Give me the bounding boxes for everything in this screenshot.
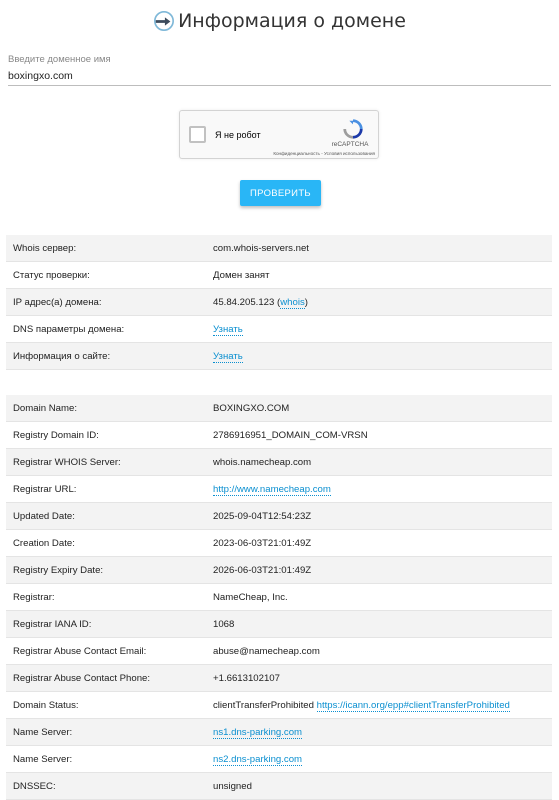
recaptcha-logo-icon — [343, 119, 363, 139]
domain-status-cell: clientTransferProhibited https://icann.o… — [206, 699, 552, 712]
abuse-email-value: abuse@namecheap.com — [213, 645, 320, 657]
domain-input[interactable] — [8, 67, 551, 86]
table-row: IP адрес(а) домена: 45.84.205.123 (whois… — [6, 289, 552, 316]
registrar-url-link[interactable]: http://www.namecheap.com — [213, 483, 331, 496]
creation-date-value: 2023-06-03T21:01:49Z — [213, 537, 312, 549]
name-server-1-link[interactable]: ns1.dns-parking.com — [213, 726, 303, 739]
name-server-2-label: Name Server: — [13, 753, 73, 765]
table-row: Registrar IANA ID: 1068 — [6, 611, 552, 638]
dns-params-link[interactable]: Узнать — [213, 323, 243, 336]
table-row: Domain Status: clientTransferProhibited … — [6, 692, 552, 719]
page-title: Информация о домене — [178, 10, 406, 32]
table-row: Registrar URL: http://www.namecheap.com — [6, 476, 552, 503]
abuse-phone-value: +1.6613102107 — [213, 672, 280, 684]
table-row: Информация о сайте: Узнать — [6, 343, 552, 370]
ip-address-value: 45.84.205.123 — [213, 296, 275, 308]
registry-id-value: 2786916951_DOMAIN_COM-VRSN — [213, 429, 368, 441]
ip-whois-link[interactable]: whois — [280, 296, 305, 309]
iana-id-label: Registrar IANA ID: — [13, 618, 92, 630]
table-row: Registry Domain ID: 2786916951_DOMAIN_CO… — [6, 422, 552, 449]
table-row: Registrar WHOIS Server: whois.namecheap.… — [6, 449, 552, 476]
recaptcha-brand: reCAPTCHA — [331, 141, 369, 148]
whois-server-value: com.whois-servers.net — [213, 242, 309, 254]
domain-name-label: Domain Name: — [13, 402, 77, 414]
expiry-date-label: Registry Expiry Date: — [13, 564, 104, 576]
registrar-whois-label: Registrar WHOIS Server: — [13, 456, 121, 468]
table-row: Name Server: ns1.dns-parking.com — [6, 719, 552, 746]
ip-address-label: IP адрес(а) домена: — [13, 296, 102, 308]
dns-params-label: DNS параметры домена: — [13, 323, 125, 335]
ip-address-cell: 45.84.205.123 (whois) — [213, 296, 308, 309]
recaptcha-checkbox[interactable] — [189, 126, 206, 143]
recaptcha-links[interactable]: Конфиденциальность - Условия использован… — [250, 151, 375, 156]
site-info-link[interactable]: Узнать — [213, 350, 243, 363]
recaptcha-label: Я не робот — [215, 130, 261, 140]
table-row: Registrar Abuse Contact Email: abuse@nam… — [6, 638, 552, 665]
registry-id-label: Registry Domain ID: — [13, 429, 99, 441]
table-row: Domain Name: BOXINGXO.COM — [6, 395, 552, 422]
recaptcha-widget: Я не робот reCAPTCHA Конфиденциальность … — [179, 110, 379, 159]
dnssec-label: DNSSEC: — [13, 780, 56, 792]
domain-name-value: BOXINGXO.COM — [213, 402, 290, 414]
table-row: Name Server: ns2.dns-parking.com — [6, 746, 552, 773]
abuse-email-label: Registrar Abuse Contact Email: — [13, 645, 147, 657]
domain-status-label: Domain Status: — [13, 699, 79, 711]
domain-status-link[interactable]: https://icann.org/epp#clientTransferProh… — [316, 699, 510, 712]
page-header: Информация о домене — [0, 6, 559, 36]
whois-server-label: Whois сервер: — [13, 242, 77, 254]
name-server-2-cell: ns2.dns-parking.com — [206, 753, 552, 766]
table-row: Статус проверки: Домен занят — [6, 262, 552, 289]
updated-date-value: 2025-09-04T12:54:23Z — [213, 510, 312, 522]
creation-date-label: Creation Date: — [13, 537, 75, 549]
updated-date-label: Updated Date: — [13, 510, 75, 522]
summary-table: Whois сервер: com.whois-servers.net Стат… — [6, 235, 552, 370]
expiry-date-value: 2026-06-03T21:01:49Z — [213, 564, 312, 576]
table-row: Registry Expiry Date: 2026-06-03T21:01:4… — [6, 557, 552, 584]
site-info-label: Информация о сайте: — [13, 350, 111, 362]
check-button[interactable]: ПРОВЕРИТЬ — [240, 180, 321, 206]
table-row: Registrar: NameCheap, Inc. — [6, 584, 552, 611]
table-row: Updated Date: 2025-09-04T12:54:23Z — [6, 503, 552, 530]
name-server-2-link[interactable]: ns2.dns-parking.com — [213, 753, 303, 766]
whois-record-table: Domain Name: BOXINGXO.COM Registry Domai… — [6, 395, 552, 800]
registrar-label: Registrar: — [13, 591, 55, 603]
registrar-url-cell: http://www.namecheap.com — [206, 483, 552, 496]
name-server-1-cell: ns1.dns-parking.com — [206, 726, 552, 739]
table-row: DNS параметры домена: Узнать — [6, 316, 552, 343]
check-status-label: Статус проверки: — [13, 269, 90, 281]
table-row: Registrar Abuse Contact Phone: +1.661310… — [6, 665, 552, 692]
check-status-value: Домен занят — [213, 269, 270, 281]
domain-input-label: Введите доменное имя — [8, 54, 111, 65]
iana-id-value: 1068 — [213, 618, 235, 630]
domain-info-icon — [154, 11, 175, 31]
dns-params-cell: Узнать — [206, 323, 552, 336]
registrar-url-label: Registrar URL: — [13, 483, 77, 495]
abuse-phone-label: Registrar Abuse Contact Phone: — [13, 672, 151, 684]
dnssec-value: unsigned — [213, 780, 252, 792]
registrar-value: NameCheap, Inc. — [213, 591, 288, 603]
name-server-1-label: Name Server: — [13, 726, 73, 738]
table-row: Creation Date: 2023-06-03T21:01:49Z — [6, 530, 552, 557]
domain-status-value: clientTransferProhibited — [213, 699, 314, 711]
registrar-whois-value: whois.namecheap.com — [213, 456, 312, 468]
table-row: Whois сервер: com.whois-servers.net — [6, 235, 552, 262]
site-info-cell: Узнать — [206, 350, 552, 363]
